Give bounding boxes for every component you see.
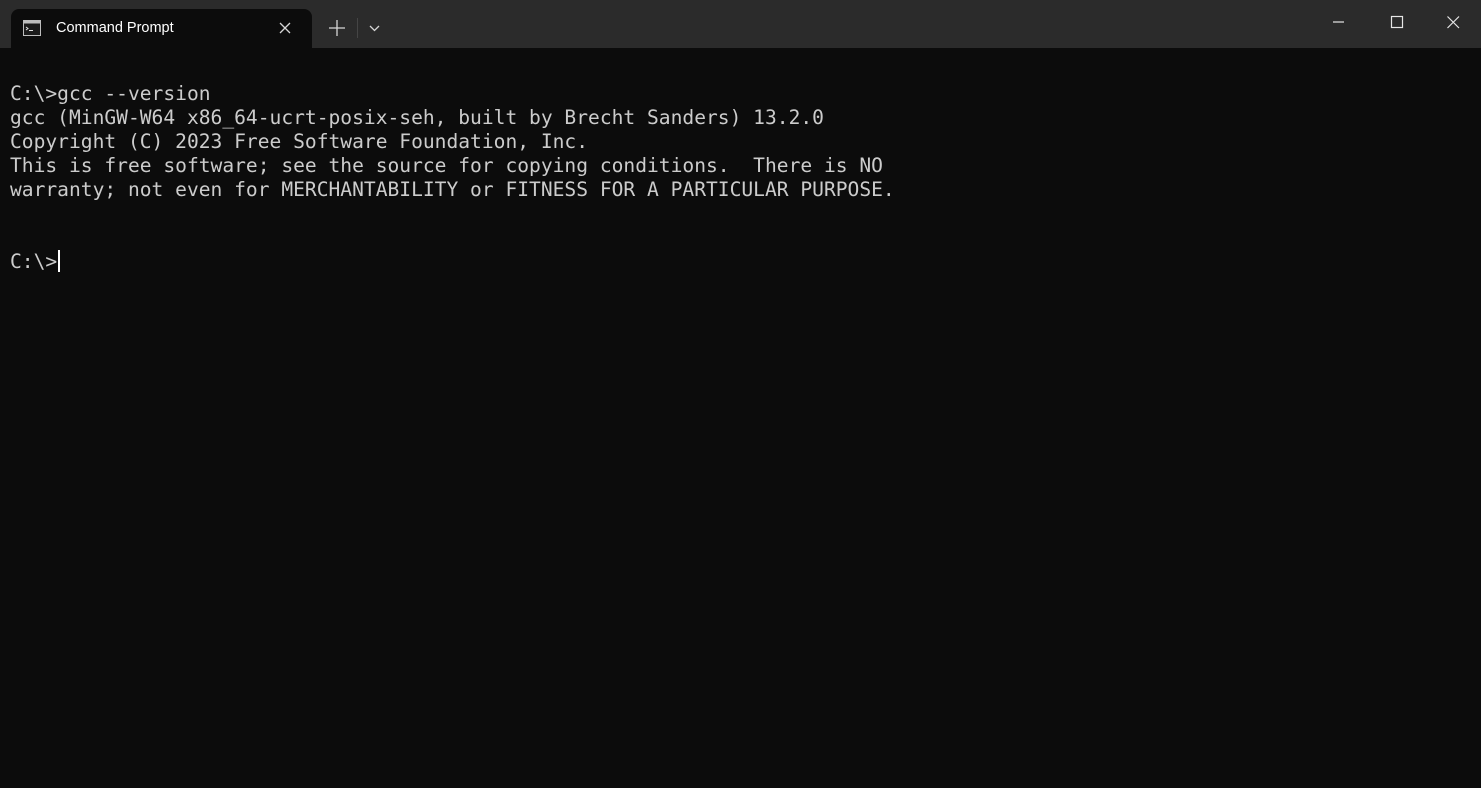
prompt-text: C:\> <box>10 250 58 273</box>
chevron-down-icon <box>369 25 380 32</box>
terminal-line: C:\>gcc --version <box>10 82 211 105</box>
text-cursor <box>58 250 61 272</box>
tab-command-prompt[interactable]: Command Prompt <box>11 9 312 48</box>
terminal-icon <box>23 20 41 36</box>
minimize-button[interactable] <box>1310 0 1367 44</box>
tab-close-icon[interactable] <box>275 18 295 38</box>
maximize-icon <box>1390 15 1404 29</box>
terminal-line: Copyright (C) 2023 Free Software Foundat… <box>10 130 589 153</box>
terminal-line: warranty; not even for MERCHANTABILITY o… <box>10 178 895 201</box>
tab-title: Command Prompt <box>56 20 174 36</box>
terminal-line: This is free software; see the source fo… <box>10 154 883 177</box>
title-bar: Command Prompt <box>0 0 1481 48</box>
close-icon <box>1447 16 1460 29</box>
maximize-button[interactable] <box>1368 0 1425 44</box>
terminal-line: gcc (MinGW-W64 x86_64-ucrt-posix-seh, bu… <box>10 106 824 129</box>
command-prompt-line[interactable]: C:\> <box>10 250 61 274</box>
tab-separator <box>357 18 358 38</box>
close-window-button[interactable] <box>1425 0 1481 44</box>
tab-dropdown-button[interactable] <box>362 13 388 43</box>
new-tab-button[interactable] <box>320 13 354 43</box>
plus-icon <box>329 20 345 36</box>
terminal-output[interactable]: C:\>gcc --version gcc (MinGW-W64 x86_64-… <box>0 48 1481 788</box>
